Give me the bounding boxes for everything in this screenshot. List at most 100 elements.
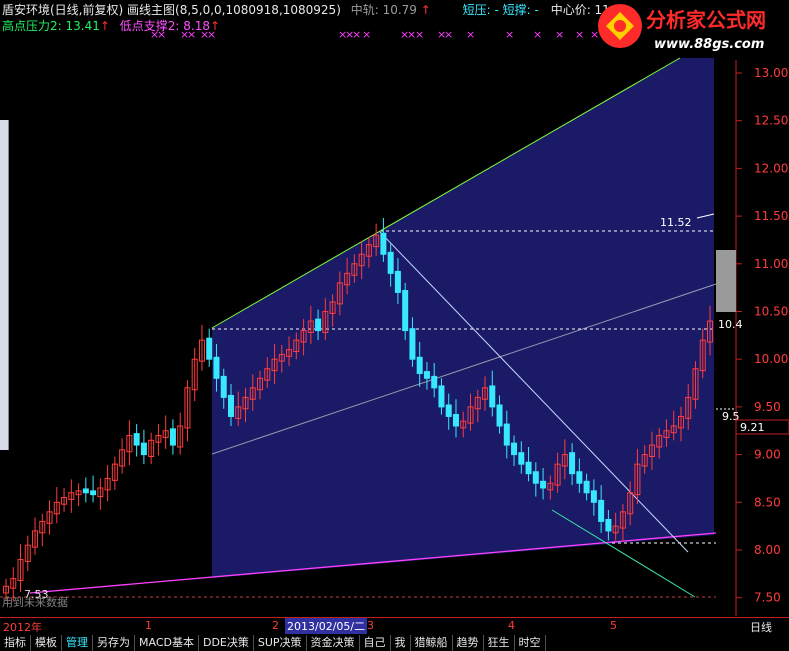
candle-body — [540, 480, 547, 489]
logo: 分析家公式网 www.88gs.com — [592, 0, 789, 58]
candle-body — [423, 371, 430, 379]
candle-body — [220, 375, 227, 398]
y-tick-label: 12.00 — [754, 161, 788, 175]
signal-marker: × — [444, 28, 453, 41]
future-data-note: 用到未来数据 — [2, 595, 68, 609]
candle-body — [569, 452, 576, 475]
candle-body — [583, 480, 590, 494]
signal-marker: × — [555, 28, 564, 41]
candle-body — [82, 488, 89, 494]
signal-markers: ××××××××××××××××××××××× — [150, 28, 631, 41]
y-tick-label: 13.00 — [754, 66, 788, 80]
tab-12[interactable]: 狂生 — [484, 635, 515, 651]
candle-body — [590, 490, 597, 503]
candle-body — [605, 518, 612, 532]
high-press-arrow: ↑ — [99, 19, 110, 33]
y-tick-label: 11.00 — [754, 257, 788, 271]
side-panel-edge — [0, 120, 9, 450]
current-price: 9.21 — [740, 421, 765, 434]
candle-body — [402, 290, 409, 332]
candle-body — [489, 385, 496, 408]
indicator-name: 画线主图(8,5,0,0,1080918,1080925) — [127, 3, 341, 17]
candle-body — [496, 404, 503, 427]
candle-body — [394, 270, 401, 293]
candle-body — [452, 414, 459, 427]
price-chart[interactable]: 13.00 12.50 12.00 11.50 11.00 10.50 10.00 9.50 9… — [0, 0, 789, 651]
low-support-arrow: ↑ — [209, 19, 221, 33]
logo-title: 分析家公式网 — [646, 8, 766, 32]
candle-body — [511, 442, 518, 456]
x-label-1: 1 — [145, 619, 152, 632]
tab-1[interactable]: 模板 — [31, 635, 62, 651]
y-tick-label: 12.50 — [754, 114, 788, 128]
tab-0[interactable]: 指标 — [0, 635, 31, 651]
y-axis-ticks: 13.00 12.50 12.00 11.50 11.00 10.50 10.00 9.50 9… — [736, 66, 788, 605]
tab-11[interactable]: 趋势 — [453, 635, 484, 651]
x-label-5: 5 — [610, 619, 617, 632]
indicator-tab-bar: 指标 模板 管理 另存为 MACD基本 DDE决策 SUP决策 资金决策 自己我猎鲸船 趋势 狂生时… — [0, 635, 789, 651]
signal-marker: × — [415, 28, 424, 41]
tab-13[interactable]: 时空 — [515, 635, 546, 651]
y-tick-label: 8.00 — [754, 543, 781, 557]
candle-body — [206, 337, 213, 360]
y-tick-label: 7.50 — [754, 591, 781, 605]
candle-body — [169, 428, 176, 446]
mid-rail: 中轨: 10.79 — [350, 3, 417, 17]
high-press: 高点压力2: 13.41 — [2, 19, 100, 33]
label-1152: 11.52 — [660, 216, 692, 229]
signal-marker: × — [352, 28, 361, 41]
period-label[interactable]: 日线 — [750, 619, 772, 635]
x-label-2: 2 — [272, 619, 279, 632]
tab-9[interactable]: 我 — [391, 635, 411, 651]
tab-10[interactable]: 猎鲸船 — [411, 635, 453, 651]
mid-rail-arrow: ↑ — [420, 3, 431, 17]
tab-8[interactable]: 自己 — [360, 635, 391, 651]
candle-body — [445, 404, 452, 417]
logo-url: www.88gs.com — [654, 37, 764, 52]
x-label-3: 3 — [367, 619, 374, 632]
tab-6[interactable]: SUP决策 — [254, 635, 307, 651]
y-tick-label: 11.50 — [754, 209, 788, 223]
candle-body — [576, 471, 583, 484]
candle-body — [598, 499, 605, 522]
candle-body — [315, 318, 322, 332]
candle-body — [416, 356, 423, 375]
tab-4[interactable]: MACD基本 — [135, 635, 199, 651]
signal-marker: × — [505, 28, 514, 41]
candle-body — [525, 461, 532, 475]
candle-body — [532, 471, 539, 484]
tab-5[interactable]: DDE决策 — [199, 635, 254, 651]
label-104: 10.4 — [718, 318, 743, 331]
y-tick-label: 10.00 — [754, 352, 788, 366]
tab-7[interactable]: 资金决策 — [307, 635, 360, 651]
signal-marker: × — [533, 28, 542, 41]
short-press: 短压: - 短撑: - — [462, 3, 539, 17]
candle-body — [227, 394, 234, 417]
candle-body — [133, 433, 140, 446]
x-label-4: 4 — [508, 619, 515, 632]
candle-body — [438, 385, 445, 408]
price-range-box — [716, 250, 736, 312]
signal-marker: × — [575, 28, 584, 41]
tab-2[interactable]: 管理 — [62, 635, 93, 651]
candle-body — [90, 490, 97, 496]
candle-body — [140, 442, 147, 456]
stock-title: 盾安环境(日线,前复权) — [2, 3, 124, 17]
y-tick-label: 8.50 — [754, 495, 781, 509]
candle-body — [387, 251, 394, 274]
low-support: 低点支撑2: 8.18 — [119, 19, 210, 33]
candle-body — [518, 452, 525, 465]
candle-body — [409, 328, 416, 360]
signal-marker: × — [362, 28, 371, 41]
header-row-2: 高点压力2: 13.41↑ 低点支撑2: 8.18↑ — [2, 17, 220, 35]
candle-body — [380, 232, 387, 255]
tab-3[interactable]: 另存为 — [93, 635, 135, 651]
x-axis: 2012年 1 2 2013/02/05/二 3 4 5 日线 — [0, 617, 789, 635]
y-tick-label: 9.00 — [754, 448, 781, 462]
candle-body — [431, 375, 438, 389]
candle-body — [503, 423, 510, 446]
signal-marker: × — [466, 28, 475, 41]
candle-body — [213, 356, 220, 379]
x-label-2012: 2012年 — [3, 621, 42, 634]
x-cursor-date: 2013/02/05/二 — [285, 618, 368, 634]
